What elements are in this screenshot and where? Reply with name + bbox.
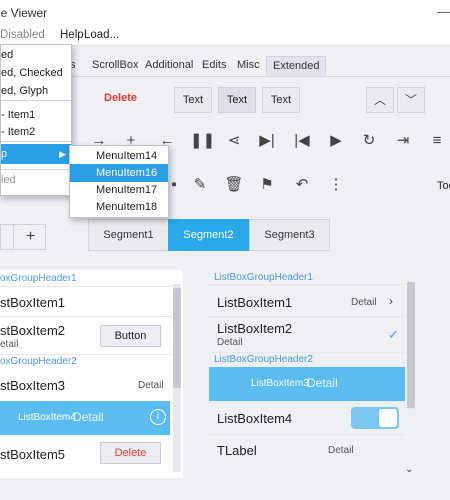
refresh-icon[interactable]: ↻ <box>359 131 379 151</box>
toggle-switch[interactable] <box>351 407 399 429</box>
group-header-2: oxGroupHeader2 <box>0 356 77 367</box>
submenu: MenuItem14 MenuItem16 MenuItem17 MenuIte… <box>69 145 169 218</box>
skip-next-icon[interactable]: ▶| <box>257 131 277 151</box>
group-header-1: oxGroupHeader1 <box>0 273 77 284</box>
right-list-item-1[interactable]: ListBoxItem1 <box>217 295 292 310</box>
submenu-item-16[interactable]: MenuItem16 <box>70 164 168 182</box>
list-item-5[interactable]: stBoxItem5 <box>0 447 65 462</box>
menu-bar: Disabled Help Load... <box>0 26 450 46</box>
minimize-button[interactable]: — <box>437 4 450 19</box>
menu-item-1[interactable]: ed <box>1 49 13 61</box>
check-icon: ✓ <box>388 327 399 342</box>
menu-load[interactable]: Load... <box>84 29 119 41</box>
left-scrollbar[interactable] <box>173 284 181 472</box>
scroll-down-icon[interactable]: ⌄ <box>405 464 413 475</box>
menu-item-glyph[interactable]: ed, Glyph <box>1 85 48 97</box>
menu-icon[interactable]: ≡ <box>427 131 447 151</box>
chevron-right-icon: › <box>389 294 393 308</box>
item-delete-button[interactable]: Delete <box>100 442 161 464</box>
right-group-header-2: ListBoxGroupHeader2 <box>214 354 313 365</box>
play-icon[interactable]: ▶ <box>326 131 346 151</box>
info-icon[interactable]: i <box>150 409 166 425</box>
menu-group-item-2[interactable]: - Item2 <box>1 126 35 138</box>
menu-group-item-1[interactable]: - Item1 <box>1 109 35 121</box>
text-button-2[interactable]: Text <box>218 87 256 113</box>
text-button-3[interactable]: Text <box>262 87 300 113</box>
menu-disabled[interactable]: Disabled <box>0 29 45 41</box>
right-list-item-1-detail: Detail <box>351 297 377 308</box>
right-list-item-3-selected[interactable]: ListBoxItem3 Detail <box>209 367 405 401</box>
window-title: le Viewer <box>0 6 48 20</box>
pause-icon[interactable]: ❚❚ <box>190 131 215 151</box>
more-vertical-icon[interactable]: ⋮ <box>326 175 346 195</box>
left-listbox: oxGroupHeader1 stBoxItem1 stBoxItem2 eta… <box>0 270 183 478</box>
submenu-item-14[interactable]: MenuItem14 <box>70 147 168 165</box>
dropdown-menu: ed ed, Checked ed, Glyph - Item1 - Item2… <box>0 44 72 196</box>
chevron-up-icon[interactable]: ︿ <box>366 87 394 113</box>
right-list-item-2-detail: Detail <box>217 337 243 348</box>
tab-extended[interactable]: Extended <box>266 56 327 76</box>
tab-misc[interactable]: Misc <box>231 56 266 76</box>
right-label: TLabel <box>217 443 257 458</box>
title-bar: le Viewer — <box>0 0 450 26</box>
menu-item-checked[interactable]: ed, Checked <box>1 67 63 79</box>
tab-scrollbox[interactable]: ScrollBox <box>86 56 144 76</box>
submenu-item-17[interactable]: MenuItem17 <box>70 181 168 199</box>
plus-button[interactable]: + <box>13 225 47 249</box>
reply-icon[interactable]: ↶ <box>292 175 312 195</box>
toggle-knob <box>379 409 397 427</box>
right-list-item-2[interactable]: ListBoxItem2 <box>217 321 292 336</box>
text-button-1[interactable]: Text <box>174 87 212 113</box>
delete-icon[interactable]: 🗑 <box>224 175 244 195</box>
segment-1[interactable]: Segment1 <box>88 219 169 251</box>
exit-icon[interactable]: ⇥ <box>393 131 413 151</box>
list-item-3-detail: Detail <box>138 380 164 391</box>
chevron-down-icon[interactable]: ﹀ <box>397 87 425 113</box>
right-group-header-1: ListBoxGroupHeader1 <box>214 272 313 283</box>
share-icon[interactable]: ⋖ <box>224 131 244 151</box>
left-scroll-thumb[interactable] <box>173 288 181 388</box>
right-listbox: ListBoxGroupHeader1 ListBoxItem1 Detail … <box>207 270 417 478</box>
submenu-item-18[interactable]: MenuItem18 <box>70 198 168 216</box>
segment-2[interactable]: Segment2 <box>168 219 249 251</box>
right-label-detail: Detail <box>328 445 354 456</box>
tab-edits[interactable]: Edits <box>196 56 232 76</box>
submenu-item-highlighted[interactable]: p ▶ <box>1 144 71 164</box>
item-button[interactable]: Button <box>100 325 161 347</box>
edit-icon[interactable]: ✎ <box>190 175 210 195</box>
list-item-3[interactable]: stBoxItem3 <box>0 378 65 393</box>
menu-help[interactable]: Help <box>60 29 84 41</box>
list-item-2[interactable]: stBoxItem2 <box>0 323 65 338</box>
list-item-1[interactable]: stBoxItem1 <box>0 295 65 310</box>
right-list-item-4[interactable]: ListBoxItem4 <box>217 411 292 426</box>
right-scroll-thumb[interactable] <box>407 282 415 408</box>
toolbar-label: Too <box>437 180 450 192</box>
right-scrollbar[interactable] <box>407 282 415 410</box>
segment-3[interactable]: Segment3 <box>249 219 330 251</box>
submenu-arrow-icon: ▶ <box>59 149 66 159</box>
left-segment: + <box>0 224 46 250</box>
tab-additional[interactable]: Additional <box>139 56 199 76</box>
bookmark-icon[interactable]: ⚑ <box>257 175 277 195</box>
menu-item-disabled: led <box>1 174 16 186</box>
list-item-4-selected[interactable]: ListBoxItem4 Detail i <box>0 401 170 435</box>
delete-button[interactable]: Delete <box>104 92 137 104</box>
skip-previous-icon[interactable]: |◀ <box>292 131 312 151</box>
list-item-2-detail: etail <box>0 339 19 350</box>
